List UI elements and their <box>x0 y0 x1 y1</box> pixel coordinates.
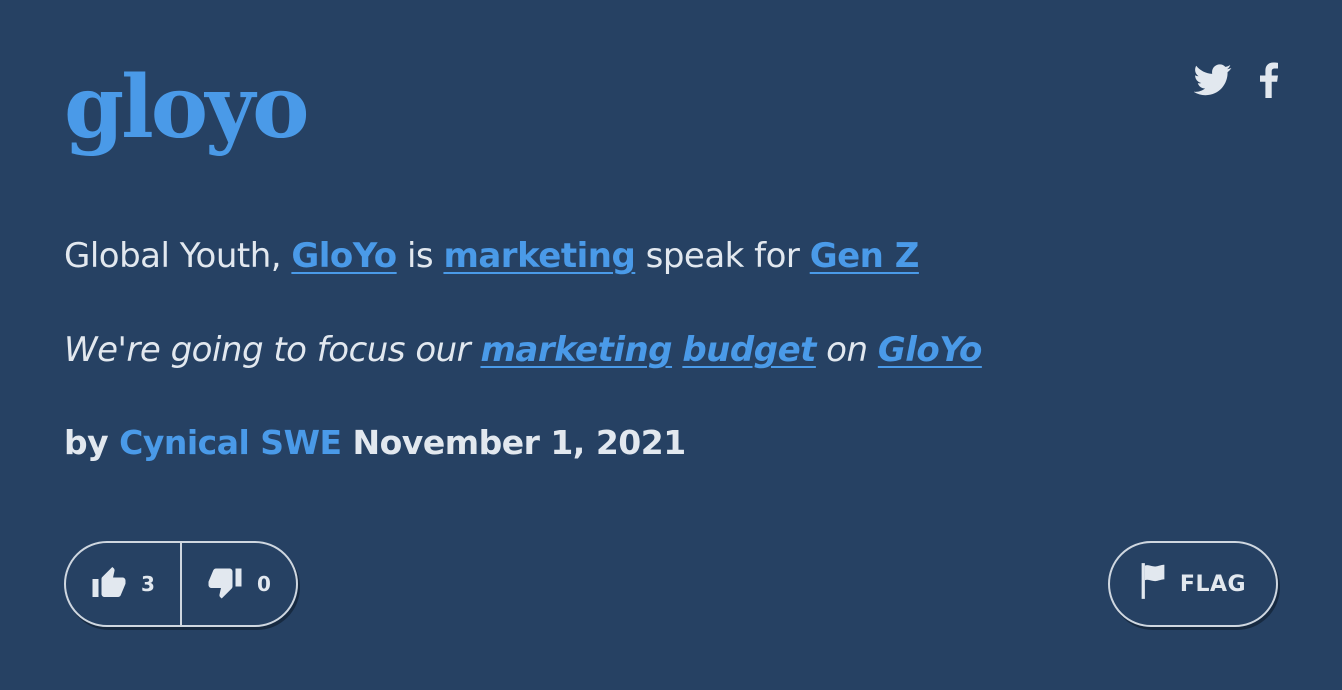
meaning-text: speak for <box>635 236 810 276</box>
example-text: We're going to focus our <box>64 330 481 370</box>
flag-button[interactable]: FLAG <box>1108 541 1278 627</box>
thumbs-down-icon <box>207 564 243 605</box>
term-link-gen-z[interactable]: Gen Z <box>810 236 920 276</box>
term-link-gloyo[interactable]: GloYo <box>291 236 397 276</box>
upvote-button[interactable]: 3 <box>66 543 182 625</box>
thumbs-up-icon <box>91 564 127 605</box>
term-link-gloyo[interactable]: GloYo <box>878 330 983 370</box>
term-link-budget[interactable]: budget <box>682 330 816 370</box>
post-date: November 1, 2021 <box>352 423 687 462</box>
definition-word[interactable]: gloyo <box>64 58 309 158</box>
term-link-marketing[interactable]: marketing <box>443 236 635 276</box>
share-icons <box>1194 62 1278 98</box>
contributor-prefix: by <box>64 423 109 462</box>
upvote-count: 3 <box>141 572 155 596</box>
flag-label: FLAG <box>1179 571 1247 597</box>
vote-buttons: 3 0 <box>64 541 298 627</box>
author-link[interactable]: Cynical SWE <box>119 423 342 462</box>
meaning-text: Global Youth, <box>64 236 292 276</box>
example-text: on <box>815 330 878 370</box>
meaning-text: is <box>396 236 444 276</box>
downvote-button[interactable]: 0 <box>182 543 296 625</box>
downvote-count: 0 <box>257 572 271 596</box>
definition-card: gloyo Global Youth, GloYo is marketing s… <box>0 0 1342 690</box>
term-link-marketing[interactable]: marketing <box>480 330 672 370</box>
twitter-icon[interactable] <box>1194 64 1232 96</box>
definition-example: We're going to focus our marketing budge… <box>64 326 982 374</box>
example-text <box>672 330 682 370</box>
flag-icon <box>1140 563 1166 605</box>
facebook-icon[interactable] <box>1260 62 1278 98</box>
definition-meaning: Global Youth, GloYo is marketing speak f… <box>64 232 919 280</box>
contributor-line: by Cynical SWE November 1, 2021 <box>64 419 686 467</box>
